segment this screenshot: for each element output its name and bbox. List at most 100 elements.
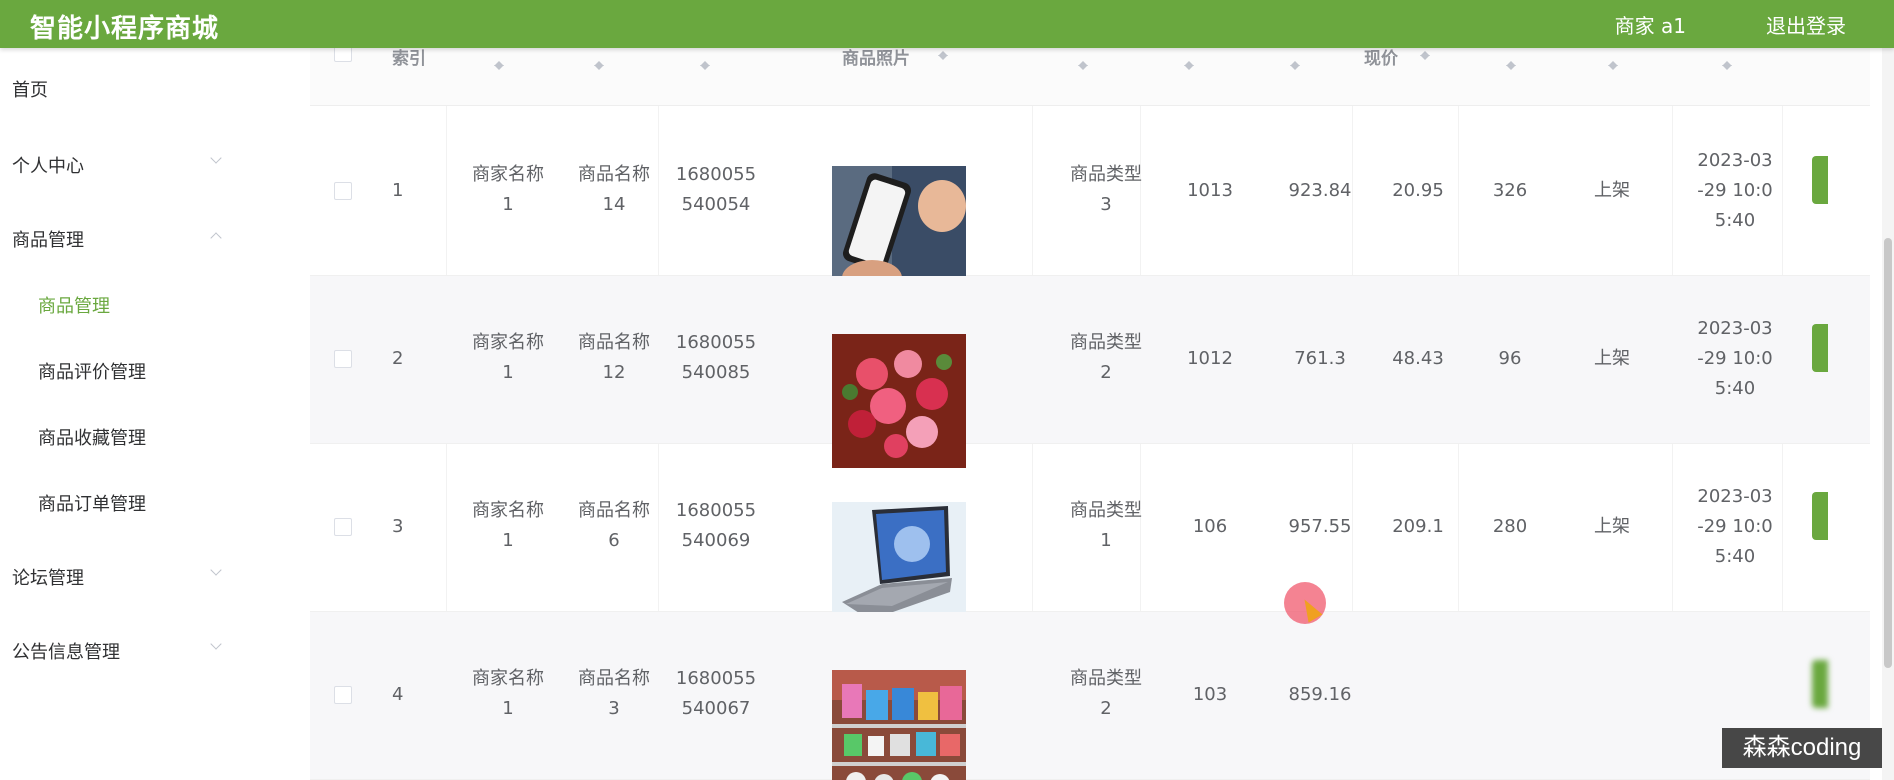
table-row[interactable]: 3 商家名称 1 商品名称 6 1680055 540069 商品类型 1 106 95… [310, 444, 1870, 636]
time-line2: -29 10:0 [1697, 516, 1773, 537]
cell-status: 上架 [1594, 180, 1630, 201]
chevron-up-icon [210, 232, 222, 244]
time-line1: 2023-03 [1697, 150, 1773, 171]
category-name: 商品类型 [1070, 668, 1142, 689]
cell-category: 商品类型 3 [1056, 160, 1156, 220]
scrollbar-thumb[interactable] [1884, 238, 1892, 668]
merchant-name: 商家名称 [472, 332, 544, 353]
product-code-line1: 1680055 [675, 668, 757, 689]
product-code-line1: 1680055 [675, 332, 757, 353]
sidebar-item-product-management[interactable]: 商品管理 [12, 226, 84, 252]
cell-index: 3 [392, 516, 404, 537]
row-action-button[interactable] [1812, 156, 1828, 204]
cell-status: 上架 [1594, 348, 1630, 369]
product-code-line2: 540067 [681, 698, 751, 719]
merchant-id: 1 [502, 362, 514, 383]
sidebar-subitem-product-orders[interactable]: 商品订单管理 [38, 490, 146, 516]
cell-original-price: 761.3 [1294, 348, 1346, 369]
sort-icon[interactable] [494, 56, 504, 70]
row-action-button[interactable] [1812, 660, 1828, 708]
time-line3: 5:40 [1714, 210, 1756, 231]
product-name: 商品名称 [578, 668, 650, 689]
time-line3: 5:40 [1714, 378, 1756, 399]
row-checkbox[interactable] [334, 518, 352, 536]
sidebar-item-forum-management[interactable]: 论坛管理 [12, 564, 84, 590]
sort-icon[interactable] [938, 48, 948, 60]
category-id: 2 [1100, 362, 1112, 383]
time-line2: -29 10:0 [1697, 180, 1773, 201]
product-code-line1: 1680055 [675, 164, 757, 185]
cell-product-name: 商品名称 14 [564, 160, 664, 220]
row-checkbox[interactable] [334, 350, 352, 368]
sort-icon[interactable] [1506, 56, 1516, 70]
product-name: 商品名称 [578, 332, 650, 353]
merchant-id: 1 [502, 194, 514, 215]
logout-button[interactable]: 退出登录 [1766, 10, 1846, 39]
cell-value-1: 1013 [1187, 180, 1233, 201]
sidebar-subitem-product-reviews[interactable]: 商品评价管理 [38, 358, 146, 384]
time-line2: -29 10:0 [1697, 348, 1773, 369]
cell-product-code: 1680055 540069 [666, 496, 766, 556]
cell-merchant: 商家名称 1 [458, 496, 558, 556]
sort-icon[interactable] [1290, 56, 1300, 70]
sidebar-subitem-product-favorites[interactable]: 商品收藏管理 [38, 424, 146, 450]
merchant-name: 商家名称 [472, 668, 544, 689]
product-name-id: 6 [608, 530, 620, 551]
row-checkbox[interactable] [334, 686, 352, 704]
cell-value-4: 280 [1492, 516, 1528, 537]
cell-merchant: 商家名称 1 [458, 328, 558, 388]
cell-index: 2 [392, 348, 404, 369]
cell-value-4: 96 [1498, 348, 1522, 369]
merchant-name: 商家名称 [472, 500, 544, 521]
vertical-scrollbar[interactable] [1882, 48, 1894, 780]
category-id: 1 [1100, 530, 1112, 551]
cell-current-price: 48.43 [1392, 348, 1444, 369]
cell-merchant: 商家名称 1 [458, 664, 558, 724]
sidebar-item-personal-center[interactable]: 个人中心 [12, 152, 84, 178]
sort-icon[interactable] [1722, 56, 1732, 70]
product-code-line2: 540054 [681, 194, 751, 215]
column-header-index[interactable]: 索引 [392, 48, 426, 69]
merchant-name: 商家名称 [472, 164, 544, 185]
cell-product-name: 商品名称 12 [564, 328, 664, 388]
cell-product-name: 商品名称 3 [564, 664, 664, 724]
sidebar-subitem-product-management[interactable]: 商品管理 [38, 292, 110, 318]
cell-merchant: 商家名称 1 [458, 160, 558, 220]
cell-product-code: 1680055 540067 [666, 664, 766, 724]
cell-time: 2023-03 -29 10:0 5:40 [1680, 482, 1790, 572]
sidebar-item-notice-management[interactable]: 公告信息管理 [12, 638, 120, 664]
cell-time: 2023-03 -29 10:0 5:40 [1680, 146, 1790, 236]
sort-icon[interactable] [1184, 56, 1194, 70]
table-row[interactable]: 1 商家名称 1 商品名称 14 1680055 540054 商品类型 3 1013 … [310, 108, 1870, 300]
sort-icon[interactable] [1608, 56, 1618, 70]
table-row[interactable]: 4 商家名称 1 商品名称 3 1680055 540067 商品类型 2 103 85 [310, 612, 1870, 780]
product-name-id: 3 [608, 698, 620, 719]
row-action-button[interactable] [1812, 324, 1828, 372]
sort-icon[interactable] [1078, 56, 1088, 70]
sidebar: 首页 个人中心 商品管理 商品管理 商品评价管理 商品收藏管理 商品订单管理 论… [0, 48, 236, 780]
select-all-checkbox[interactable] [334, 48, 352, 62]
product-code-line1: 1680055 [675, 500, 757, 521]
category-name: 商品类型 [1070, 332, 1142, 353]
sort-icon[interactable] [700, 56, 710, 70]
cell-status: 上架 [1594, 516, 1630, 537]
column-header-price[interactable]: 现价 [1364, 48, 1398, 69]
sidebar-item-home[interactable]: 首页 [12, 76, 48, 102]
category-name: 商品类型 [1070, 500, 1142, 521]
row-action-button[interactable] [1812, 492, 1828, 540]
cell-value-1: 103 [1192, 684, 1228, 705]
sort-icon[interactable] [594, 56, 604, 70]
sort-icon[interactable] [1420, 48, 1430, 60]
product-code-line2: 540069 [681, 530, 751, 551]
chevron-down-icon [210, 152, 222, 164]
column-header-photo[interactable]: 商品照片 [842, 48, 910, 69]
time-line1: 2023-03 [1697, 318, 1773, 339]
merchant-id: 1 [502, 698, 514, 719]
merchant-id: 1 [502, 530, 514, 551]
product-code-line2: 540085 [681, 362, 751, 383]
table-row[interactable]: 2 商家名称 1 商品名称 12 1680055 540085 商品类型 2 1012 … [310, 276, 1870, 468]
product-name: 商品名称 [578, 500, 650, 521]
row-checkbox[interactable] [334, 182, 352, 200]
cell-category: 商品类型 1 [1056, 496, 1156, 556]
user-name: 商家 a1 [1614, 14, 1686, 38]
